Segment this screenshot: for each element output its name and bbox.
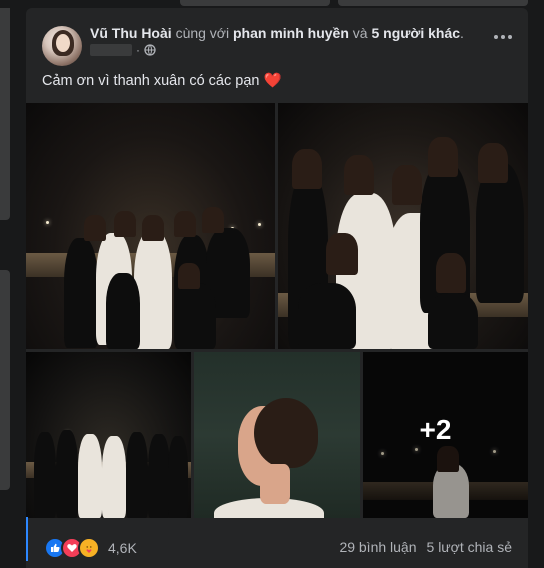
head [326,233,358,275]
person [64,238,98,348]
post-stats: 29 bình luận 5 lượt chia sẻ [339,539,512,555]
head [178,263,200,289]
reactions-summary[interactable]: 4,6K [44,537,137,559]
person [168,436,188,518]
head [84,215,106,241]
comments-count[interactable]: 29 bình luận [339,539,416,555]
caption-text: Cảm ơn vì thanh xuân có các pạn [42,73,260,89]
post-meta: · [90,43,156,57]
with-text: cùng với [175,25,230,41]
top-strip [0,0,544,8]
top-strip-segment [338,0,528,6]
avatar[interactable] [42,26,82,66]
person [34,432,56,518]
head [392,165,422,205]
others-link[interactable]: 5 người khác [371,25,460,41]
light [258,223,261,226]
head [344,155,374,195]
and-text: và [352,25,368,41]
light [46,221,49,224]
person [476,163,524,303]
tagged-name[interactable]: phan minh huyền [233,25,349,41]
head [478,143,508,183]
more-photos-count: +2 [419,414,452,445]
head [142,215,164,241]
more-photos-overlay[interactable]: +2 [363,352,528,518]
post-header: Vũ Thu Hoài cùng với phan minh huyền và … [90,25,464,41]
post-time-blurred[interactable] [90,44,132,56]
person [56,430,78,518]
photo-1[interactable] [26,103,275,349]
top-strip-segment [180,0,330,6]
shares-count[interactable]: 5 lượt chia sẻ [427,539,512,555]
focus-edge [26,517,28,561]
person [126,432,148,518]
left-panel-edge [0,0,12,568]
care-icon [78,537,100,559]
head [436,253,466,293]
globe-icon[interactable] [144,44,156,56]
head [428,137,458,177]
heart-emoji: ❤️ [263,73,282,89]
person [78,434,102,518]
head [202,207,224,233]
author-name[interactable]: Vũ Thu Hoài [90,25,172,41]
person [106,273,140,349]
post-card: Vũ Thu Hoài cùng với phan minh huyền và … [26,8,528,568]
person [148,434,170,518]
left-panel-block [0,270,10,490]
dot-separator: · [136,43,140,57]
photo-2[interactable] [278,103,528,349]
hair [254,398,318,468]
dot-icon [494,35,498,39]
post-footer: 4,6K 29 bình luận 5 lượt chia sẻ [26,518,528,568]
head [114,211,136,237]
person [176,283,216,349]
neck [260,464,290,504]
dot-icon [501,35,505,39]
avatar-face [56,34,70,52]
reaction-count: 4,6K [108,540,137,556]
person [428,293,478,349]
head [292,149,322,189]
post-caption: Cảm ơn vì thanh xuân có các pạn ❤️ [42,72,282,89]
more-options-button[interactable] [492,30,514,44]
head [174,211,196,237]
left-panel-block [0,0,10,220]
photo-3[interactable] [26,352,191,518]
person [298,283,356,349]
person [102,436,126,518]
dot-icon [508,35,512,39]
photo-4[interactable] [194,352,360,518]
